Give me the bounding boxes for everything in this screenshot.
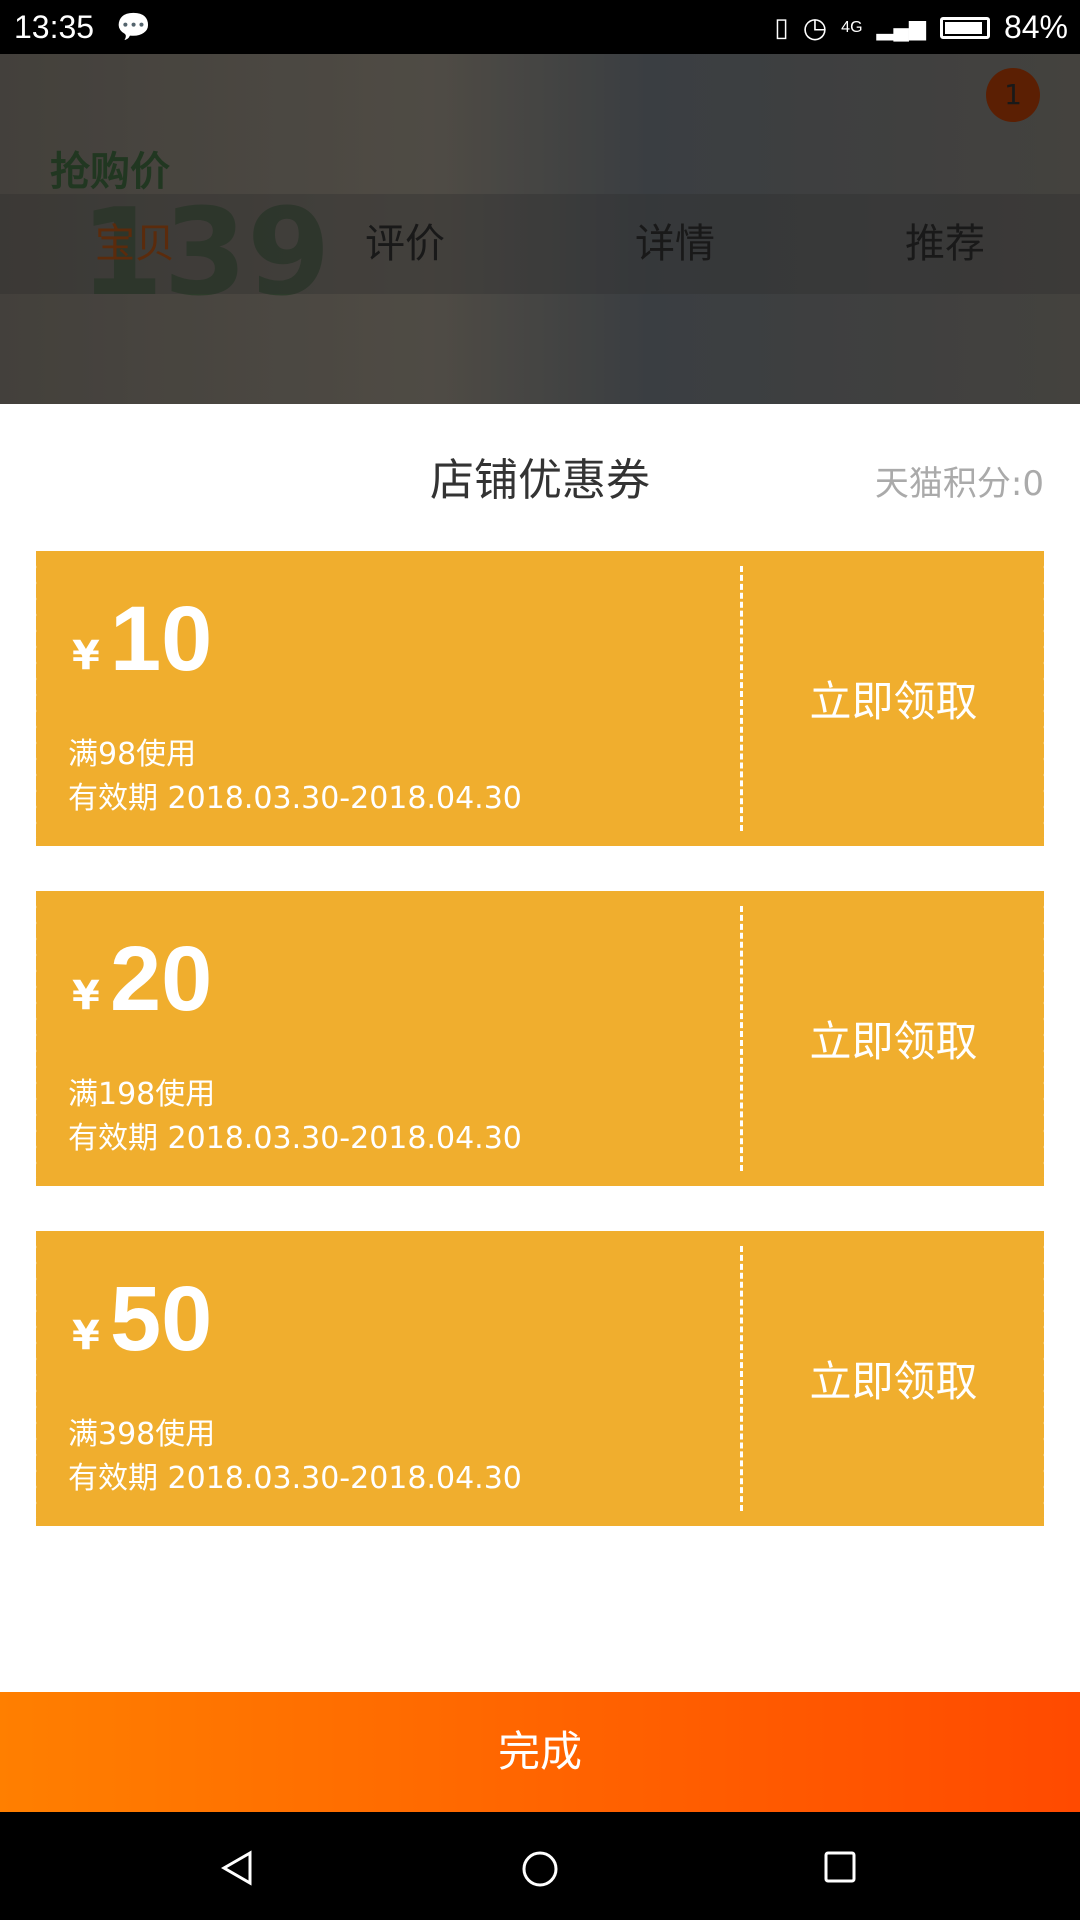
coupon-amount: 20 xyxy=(110,928,213,1030)
system-nav-bar xyxy=(0,1812,1080,1920)
signal-icon: ▂▄▆ xyxy=(876,14,926,40)
coupon-condition: 满98使用 xyxy=(68,737,197,772)
alarm-icon: ◷ xyxy=(802,12,828,43)
coupon-card: ¥ 10 满98使用 有效期 2018.03.30-2018.04.30 立即领… xyxy=(32,551,1048,846)
recents-icon[interactable] xyxy=(823,1850,857,1888)
network-label: 4G xyxy=(841,18,863,36)
wechat-icon: 💬 xyxy=(116,11,151,42)
claim-button[interactable]: 立即领取 xyxy=(743,891,1044,1186)
battery-icon xyxy=(939,16,990,39)
coupon-validity: 有效期 2018.03.30-2018.04.30 xyxy=(68,1121,522,1156)
claim-button[interactable]: 立即领取 xyxy=(743,551,1044,846)
vibrate-icon: ▯ xyxy=(774,12,789,42)
product-page-background: 抢购价 139 1 宝贝 评价 详情 推荐 xyxy=(0,54,1080,404)
home-icon[interactable] xyxy=(521,1850,559,1892)
coupon-validity: 有效期 2018.03.30-2018.04.30 xyxy=(68,781,522,816)
battery-percent: 84% xyxy=(1003,9,1068,45)
status-bar: 13:35 💬 ▯ ◷ 4G ▂▄▆ 84% xyxy=(0,0,1080,54)
coupon-condition: 满198使用 xyxy=(68,1077,216,1112)
currency-symbol: ¥ xyxy=(72,973,100,1019)
overlay-dim[interactable] xyxy=(0,54,1080,404)
coupon-card: ¥ 20 满198使用 有效期 2018.03.30-2018.04.30 立即… xyxy=(32,891,1048,1186)
claim-button[interactable]: 立即领取 xyxy=(743,1231,1044,1526)
coupon-amount: 10 xyxy=(110,588,213,690)
status-time: 13:35 xyxy=(14,9,95,45)
back-icon[interactable] xyxy=(220,1850,254,1890)
coupon-validity: 有效期 2018.03.30-2018.04.30 xyxy=(68,1461,522,1496)
done-button[interactable]: 完成 xyxy=(0,1692,1080,1812)
coupon-card: ¥ 50 满398使用 有效期 2018.03.30-2018.04.30 立即… xyxy=(32,1231,1048,1526)
currency-symbol: ¥ xyxy=(72,1313,100,1359)
currency-symbol: ¥ xyxy=(72,633,100,679)
tmall-points: 天猫积分:0 xyxy=(874,464,1044,504)
coupon-amount: 50 xyxy=(110,1268,213,1370)
coupon-condition: 满398使用 xyxy=(68,1417,216,1452)
